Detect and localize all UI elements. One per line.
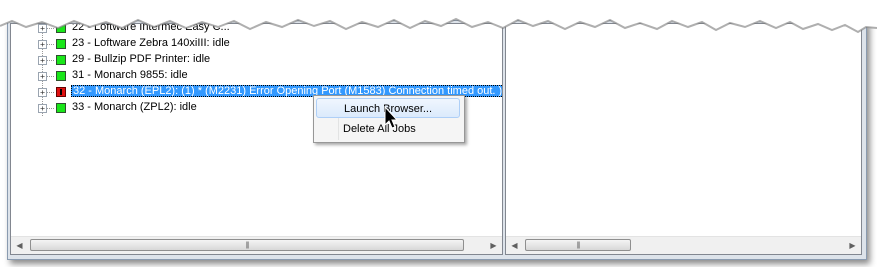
tree-connector (47, 76, 54, 77)
expand-icon[interactable]: + (38, 104, 47, 113)
status-ok-icon (56, 39, 66, 49)
torn-edge (0, 0, 877, 34)
details-pane: ◀ ||| ▶ (505, 23, 862, 255)
status-error-icon (56, 87, 66, 97)
scrollbar-thumb[interactable]: ||| (525, 239, 631, 251)
expand-icon[interactable]: + (38, 56, 47, 65)
expand-icon[interactable]: + (38, 72, 47, 81)
scrollbar-thumb[interactable]: ||| (30, 239, 464, 251)
scroll-right-arrow-icon[interactable]: ▶ (485, 237, 502, 254)
scroll-left-arrow-icon[interactable]: ◀ (506, 237, 523, 254)
scroll-right-arrow-icon[interactable]: ▶ (844, 237, 861, 254)
status-ok-icon (56, 71, 66, 81)
expand-icon[interactable]: + (38, 40, 47, 49)
scrollbar-grip-icon: ||| (576, 242, 581, 249)
printer-label[interactable]: 29 - Bullzip PDF Printer: idle (72, 53, 210, 65)
printer-label[interactable]: 33 - Monarch (ZPL2): idle (72, 101, 197, 113)
mouse-pointer-icon (384, 106, 399, 129)
scrollbar-grip-icon: ||| (245, 242, 250, 249)
printer-label[interactable]: 31 - Monarch 9855: idle (72, 69, 188, 81)
tree-connector (47, 92, 54, 93)
tree-connector (47, 108, 54, 109)
expand-icon[interactable]: + (38, 88, 47, 97)
tree-row[interactable]: + 31 - Monarch 9855: idle (11, 68, 501, 84)
menu-item-label: Delete All Jobs (343, 123, 416, 135)
status-ok-icon (56, 103, 66, 113)
tree-connector (47, 60, 54, 61)
scroll-left-arrow-icon[interactable]: ◀ (11, 237, 28, 254)
tree-connector (47, 44, 54, 45)
right-horizontal-scrollbar[interactable]: ◀ ||| ▶ (506, 236, 861, 254)
left-horizontal-scrollbar[interactable]: ◀ ||| ▶ (11, 236, 502, 254)
status-ok-icon (56, 55, 66, 65)
tree-row[interactable]: + 29 - Bullzip PDF Printer: idle (11, 52, 501, 68)
